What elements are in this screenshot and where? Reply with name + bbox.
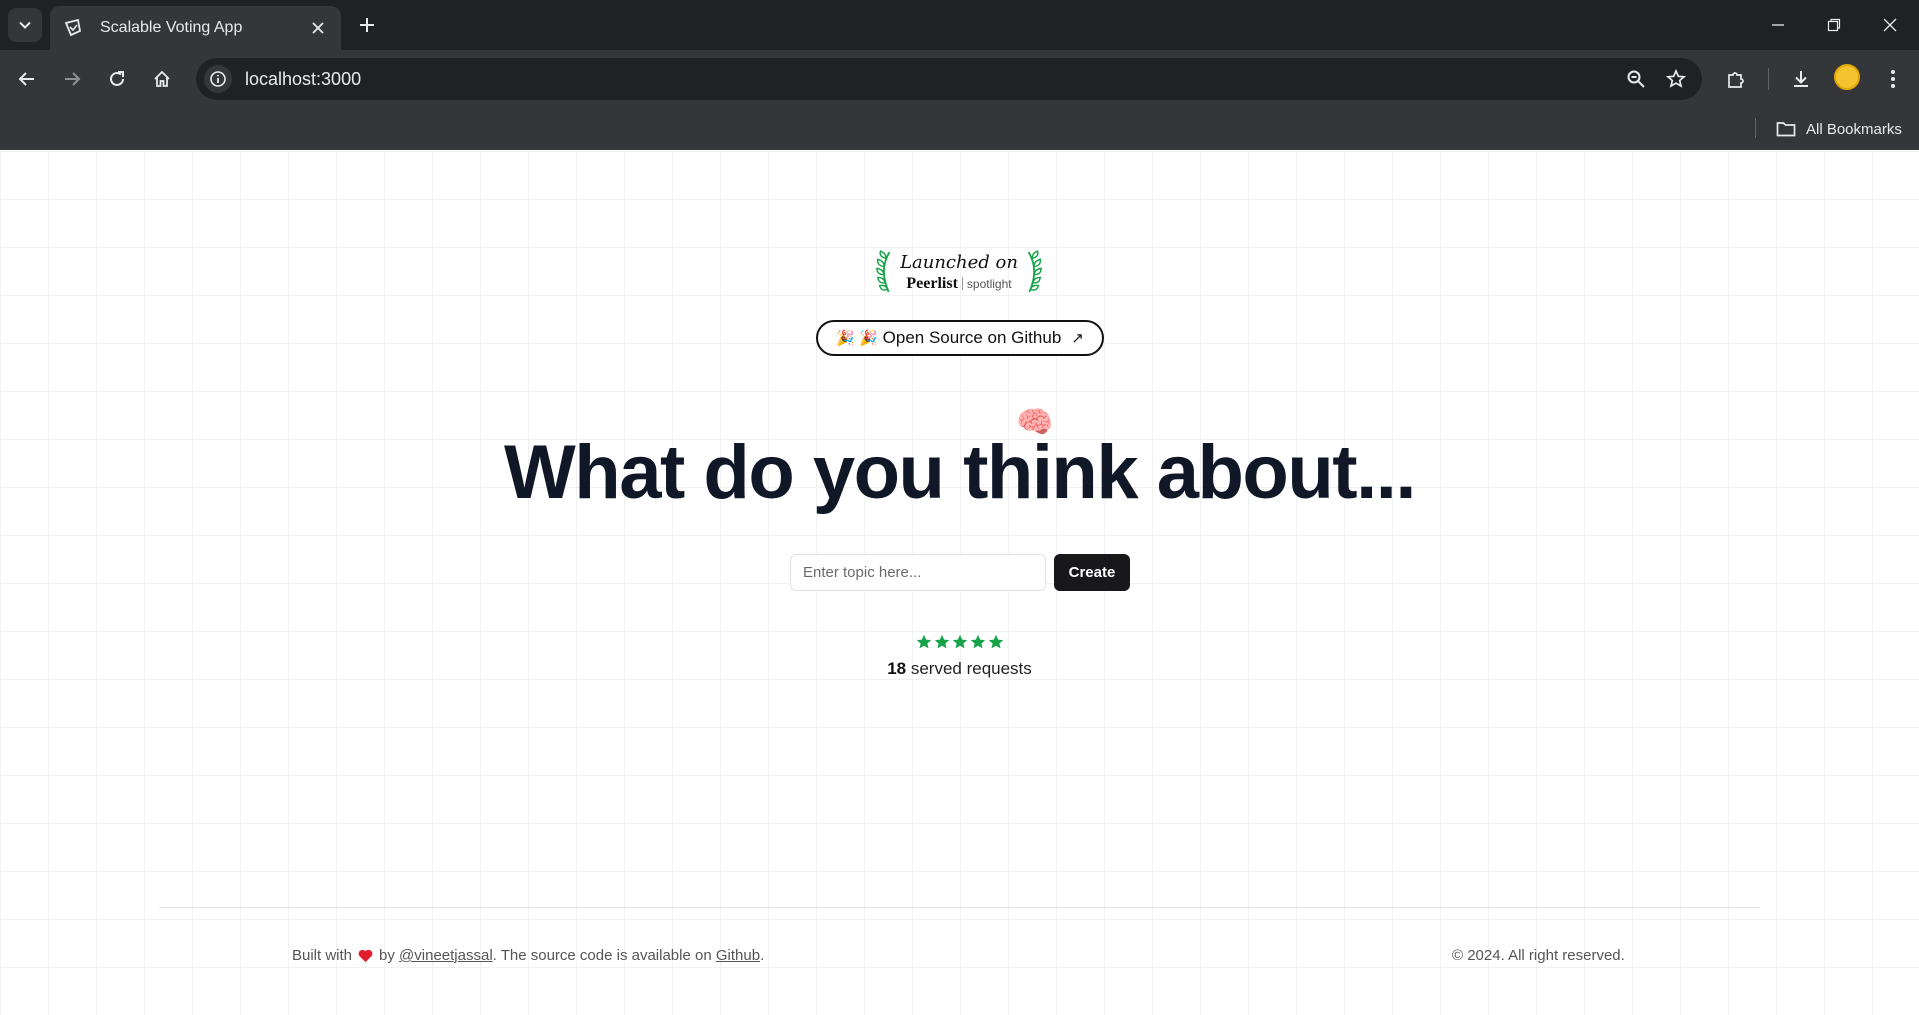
plus-icon xyxy=(360,18,374,32)
close-icon xyxy=(1883,18,1897,32)
tab-search-button[interactable] xyxy=(8,8,42,42)
party-popper-icon: 🎉 🎉 xyxy=(836,330,878,347)
served-count: 18 xyxy=(887,659,907,678)
restore-button[interactable] xyxy=(1816,8,1852,42)
bookmarks-divider xyxy=(1755,118,1756,138)
served-label: served requests xyxy=(906,659,1032,678)
puzzle-icon xyxy=(1728,72,1744,88)
back-button[interactable] xyxy=(10,62,44,96)
forward-button[interactable] xyxy=(55,62,89,96)
bookmarks-bar: All Bookmarks xyxy=(0,108,1919,150)
profile-avatar[interactable] xyxy=(1834,64,1860,90)
footer-credits: Built with by @vineetjassal. The source … xyxy=(292,947,764,964)
site-info-icon[interactable] xyxy=(204,65,232,93)
rating-stars xyxy=(0,634,1919,650)
all-bookmarks-label: All Bookmarks xyxy=(1806,120,1902,138)
extensions-button[interactable] xyxy=(1719,62,1753,96)
browser-menu-button[interactable] xyxy=(1876,62,1910,96)
zoom-icon[interactable] xyxy=(1618,61,1654,97)
star-icon xyxy=(934,634,949,649)
page-headline: What do you think about... xyxy=(504,430,1416,515)
external-link-arrow-icon: ↗ xyxy=(1071,330,1084,347)
badge-text: Launched on Peerlist spotlight xyxy=(900,252,1018,293)
address-bar[interactable]: localhost:3000 xyxy=(196,58,1702,100)
minimize-icon xyxy=(1772,24,1784,26)
badge-launched-text: Launched on xyxy=(900,251,1018,273)
folder-icon xyxy=(1776,122,1796,137)
star-icon xyxy=(952,634,967,649)
chevron-down-icon xyxy=(19,21,31,29)
create-button[interactable]: Create xyxy=(1054,554,1130,591)
all-bookmarks-button[interactable]: All Bookmarks xyxy=(1776,116,1902,142)
star-icon xyxy=(970,634,985,649)
badge-spotlight: spotlight xyxy=(966,276,1012,291)
home-button[interactable] xyxy=(145,62,179,96)
badge-brand: Peerlist xyxy=(906,274,958,292)
close-tab-icon[interactable] xyxy=(307,17,329,39)
more-vertical-icon xyxy=(1891,70,1895,88)
url-text[interactable]: localhost:3000 xyxy=(245,69,1618,90)
minimize-button[interactable] xyxy=(1760,8,1796,42)
arrow-left-icon xyxy=(18,72,34,86)
by-text: by xyxy=(379,947,395,964)
built-with-text: Built with xyxy=(292,947,353,964)
restore-icon xyxy=(1827,18,1841,32)
arrow-right-icon xyxy=(65,72,81,86)
tab-strip: Scalable Voting App xyxy=(0,0,1919,50)
bookmark-star-icon[interactable] xyxy=(1658,61,1694,97)
page-content: Launched on Peerlist spotlight 🎉 🎉 Open … xyxy=(0,151,1919,1015)
downloads-button[interactable] xyxy=(1784,62,1818,96)
toolbar-divider xyxy=(1768,68,1769,90)
heart-icon xyxy=(358,949,373,963)
star-icon xyxy=(988,634,1003,649)
footer-github-link[interactable]: Github xyxy=(716,947,760,964)
laurel-left-icon xyxy=(876,250,891,293)
reload-icon xyxy=(110,71,124,86)
source-text: . The source code is available on xyxy=(492,947,712,964)
topic-input[interactable] xyxy=(790,554,1046,591)
open-source-github-link[interactable]: 🎉 🎉 Open Source on Github ↗ xyxy=(816,320,1104,356)
close-window-button[interactable] xyxy=(1872,8,1908,42)
author-link[interactable]: @vineetjassal xyxy=(399,947,493,964)
served-requests: 18 served requests xyxy=(0,659,1919,679)
peerlist-launch-badge[interactable]: Launched on Peerlist spotlight xyxy=(876,244,1042,300)
create-topic-form: Create xyxy=(790,554,1130,591)
star-icon xyxy=(916,634,931,649)
home-icon xyxy=(154,70,170,87)
active-tab[interactable]: Scalable Voting App xyxy=(50,6,341,50)
github-pill-label: Open Source on Github xyxy=(882,328,1062,347)
laurel-right-icon xyxy=(1027,250,1042,293)
footer-period: . xyxy=(760,947,765,964)
tab-title: Scalable Voting App xyxy=(100,19,243,36)
badge-divider xyxy=(961,277,963,290)
download-icon xyxy=(1794,71,1808,87)
new-tab-button[interactable] xyxy=(352,10,382,40)
reload-button[interactable] xyxy=(100,62,134,96)
footer-divider xyxy=(159,907,1760,908)
copyright-text: © 2024. All right reserved. xyxy=(1452,947,1625,964)
browser-toolbar: localhost:3000 xyxy=(0,50,1919,108)
app-favicon-icon xyxy=(62,17,84,39)
badge-brand-row: Peerlist spotlight xyxy=(906,275,1011,293)
